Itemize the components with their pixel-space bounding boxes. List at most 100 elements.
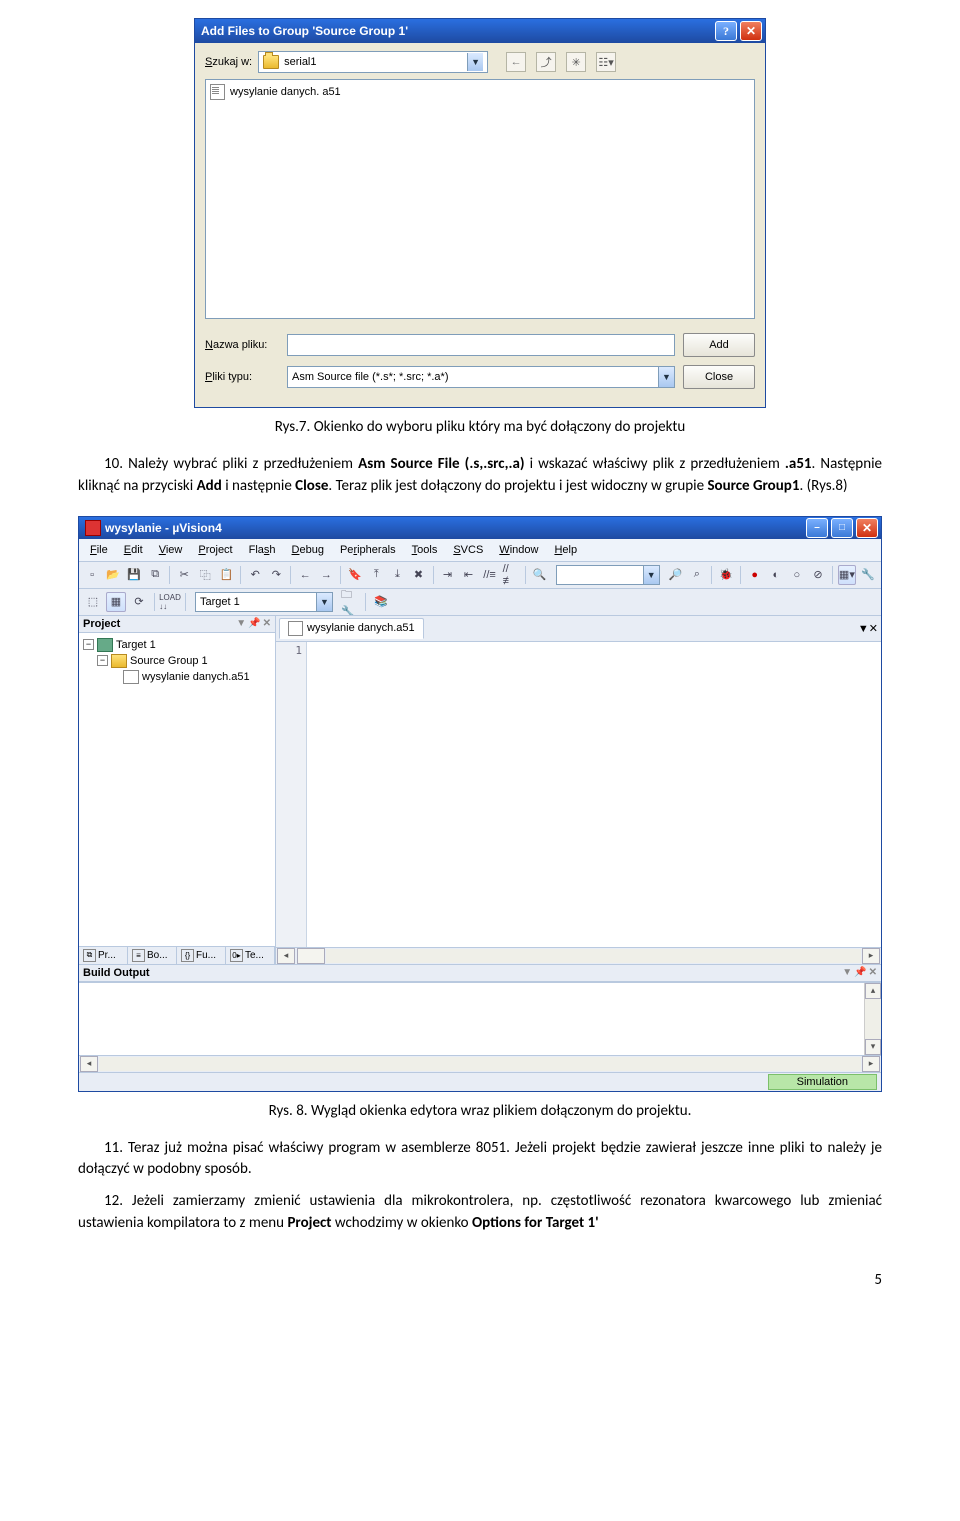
open-file-icon[interactable]: 📂 <box>104 565 122 585</box>
back-icon[interactable]: ← <box>506 52 526 72</box>
tree-target-node[interactable]: − Target 1 <box>83 637 271 653</box>
help-button[interactable]: ? <box>715 21 737 41</box>
close-icon[interactable]: ✕ <box>856 518 878 538</box>
project-tree[interactable]: − Target 1 − Source Group 1 wysylanie da… <box>79 633 275 946</box>
collapse-icon[interactable]: − <box>83 639 94 650</box>
menu-debug[interactable]: Debug <box>285 542 331 558</box>
paste-icon[interactable]: 📋 <box>217 565 235 585</box>
incremental-find-icon[interactable]: ⌕ <box>688 565 706 585</box>
close-panel-icon[interactable]: ✕ <box>263 618 271 629</box>
file-list-pane[interactable]: wysylanie danych. a51 <box>205 79 755 319</box>
cut-icon[interactable]: ✂ <box>175 565 193 585</box>
horizontal-scrollbar[interactable]: ◂ ▸ <box>276 947 881 964</box>
up-folder-icon[interactable]: ⤴ <box>536 52 556 72</box>
window-layout-icon[interactable]: ▦▾ <box>838 565 856 585</box>
chevron-down-icon[interactable]: ▼ <box>467 53 483 71</box>
filetype-dropdown[interactable]: Asm Source file (*.s*; *.src; *.a*) ▼ <box>287 366 675 388</box>
close-icon[interactable]: ✕ <box>740 21 762 41</box>
build-horizontal-scrollbar[interactable]: ◂ ▸ <box>79 1055 881 1072</box>
maximize-button[interactable]: □ <box>831 518 853 538</box>
target-options-icon[interactable]: 🗀🔧 <box>340 592 360 612</box>
menu-file[interactable]: File <box>83 542 115 558</box>
scroll-left-icon[interactable]: ◂ <box>80 1056 98 1072</box>
menu-peripherals[interactable]: Peripherals <box>333 542 403 558</box>
scroll-down-icon[interactable]: ▾ <box>865 1039 881 1055</box>
manage-components-icon[interactable]: 📚 <box>371 592 391 612</box>
outdent-icon[interactable]: ⇤ <box>459 565 477 585</box>
tree-file-node[interactable]: wysylanie danych.a51 <box>83 669 271 685</box>
tab-project[interactable]: ⧉Pr... <box>79 947 128 964</box>
close-panel-icon[interactable]: ✕ <box>869 967 877 978</box>
save-all-icon[interactable]: ⧉ <box>146 565 164 585</box>
look-in-dropdown[interactable]: serial1 ▼ <box>258 51 488 73</box>
filename-input[interactable] <box>287 334 675 356</box>
breakpoint-disable-icon[interactable]: ○ <box>788 565 806 585</box>
autohide-icon[interactable]: ▼ <box>236 618 246 629</box>
scroll-thumb[interactable] <box>297 948 325 964</box>
close-button[interactable]: Close <box>683 365 755 389</box>
dialog-titlebar[interactable]: Add Files to Group 'Source Group 1' ? ✕ <box>195 19 765 43</box>
minimize-button[interactable]: – <box>806 518 828 538</box>
uncomment-icon[interactable]: //≢ <box>502 565 520 585</box>
project-panel-header[interactable]: Project ▼📌✕ <box>79 616 275 633</box>
new-folder-icon[interactable]: ✳ <box>566 52 586 72</box>
breakpoint-kill-icon[interactable]: ⊘ <box>809 565 827 585</box>
load-icon[interactable]: LOAD↓↓ <box>160 592 180 612</box>
pin-icon[interactable]: 📌 <box>248 618 260 629</box>
menu-help[interactable]: Help <box>547 542 584 558</box>
new-file-icon[interactable]: ▫ <box>83 565 101 585</box>
scroll-right-icon[interactable]: ▸ <box>862 1056 880 1072</box>
scroll-up-icon[interactable]: ▴ <box>865 983 881 999</box>
view-menu-icon[interactable]: ☷▾ <box>596 52 616 72</box>
tab-close-icon[interactable]: ✕ <box>869 623 878 635</box>
bookmark-icon[interactable]: 🔖 <box>346 565 364 585</box>
menu-project[interactable]: Project <box>191 542 239 558</box>
menu-view[interactable]: View <box>152 542 190 558</box>
copy-icon[interactable]: ⿻ <box>196 565 214 585</box>
configure-icon[interactable]: 🔧 <box>859 565 877 585</box>
chevron-down-icon[interactable]: ▼ <box>658 367 674 387</box>
undo-icon[interactable]: ↶ <box>246 565 264 585</box>
tab-dropdown-icon[interactable]: ▼ <box>858 623 869 635</box>
find-in-files-icon[interactable]: 🔎 <box>667 565 685 585</box>
menu-window[interactable]: Window <box>492 542 545 558</box>
ide-titlebar[interactable]: wysylanie - µVision4 – □ ✕ <box>79 517 881 539</box>
debug-icon[interactable]: 🐞 <box>717 565 735 585</box>
breakpoint-enable-icon[interactable]: ◐ <box>767 565 785 585</box>
find-icon[interactable]: 🔍 <box>531 565 549 585</box>
find-combo[interactable]: ▼ <box>556 565 660 585</box>
collapse-icon[interactable]: − <box>97 655 108 666</box>
tab-functions[interactable]: {}Fu... <box>177 947 226 964</box>
vertical-scrollbar[interactable]: ▴ ▾ <box>864 983 881 1055</box>
bookmark-clear-icon[interactable]: ✖ <box>409 565 427 585</box>
bookmark-prev-icon[interactable]: ⤒ <box>367 565 385 585</box>
menu-flash[interactable]: Flash <box>242 542 283 558</box>
add-button[interactable]: Add <box>683 333 755 357</box>
build-icon[interactable]: ▦ <box>106 592 126 612</box>
target-selector[interactable]: Target 1▼ <box>195 592 333 612</box>
build-output-text[interactable] <box>79 983 864 1055</box>
nav-back-icon[interactable]: ← <box>296 565 314 585</box>
scroll-left-icon[interactable]: ◂ <box>277 948 295 964</box>
indent-icon[interactable]: ⇥ <box>438 565 456 585</box>
rebuild-icon[interactable]: ⟳ <box>129 592 149 612</box>
redo-icon[interactable]: ↷ <box>267 565 285 585</box>
tab-books[interactable]: ≡Bo... <box>128 947 177 964</box>
scroll-right-icon[interactable]: ▸ <box>862 948 880 964</box>
menu-edit[interactable]: Edit <box>117 542 150 558</box>
build-output-header[interactable]: Build Output ▼📌✕ <box>79 965 881 982</box>
tree-group-node[interactable]: − Source Group 1 <box>83 653 271 669</box>
comment-icon[interactable]: //≡ <box>481 565 499 585</box>
nav-fwd-icon[interactable]: → <box>317 565 335 585</box>
breakpoint-insert-icon[interactable]: ● <box>746 565 764 585</box>
code-editor[interactable] <box>307 642 881 947</box>
autohide-icon[interactable]: ▼ <box>842 967 852 978</box>
save-icon[interactable]: 💾 <box>125 565 143 585</box>
editor-tab[interactable]: wysylanie danych.a51 <box>279 618 424 639</box>
menu-tools[interactable]: Tools <box>405 542 445 558</box>
menu-svcs[interactable]: SVCS <box>446 542 490 558</box>
bookmark-next-icon[interactable]: ⤓ <box>388 565 406 585</box>
file-item[interactable]: wysylanie danych. a51 <box>210 84 750 100</box>
translate-icon[interactable]: ⬚ <box>83 592 103 612</box>
pin-icon[interactable]: 📌 <box>854 967 866 978</box>
